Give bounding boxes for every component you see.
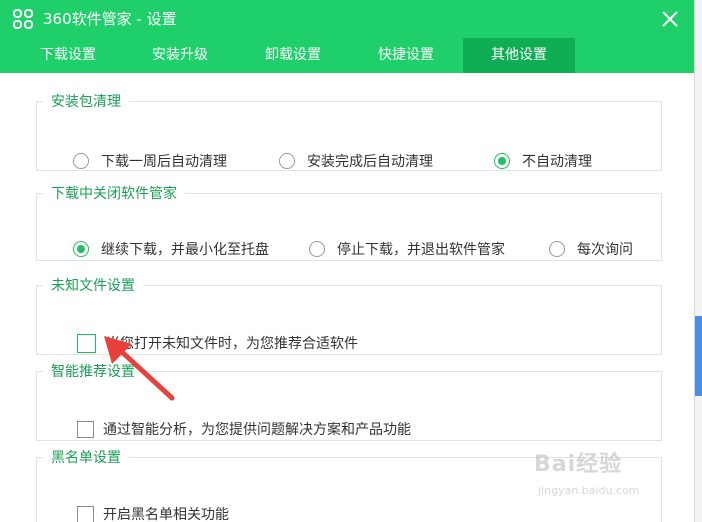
tab-other-settings[interactable]: 其他设置 xyxy=(463,38,575,73)
option-label: 当您打开未知文件时，为您推荐合适软件 xyxy=(106,336,358,352)
app-logo-icon xyxy=(13,9,33,29)
option-label: 安装完成后自动清理 xyxy=(307,154,433,170)
radio-button[interactable] xyxy=(549,241,565,257)
checkbox[interactable] xyxy=(77,505,94,522)
checkbox-smart-analysis[interactable]: 通过智能分析，为您提供问题解决方案和产品功能 xyxy=(77,419,411,439)
background-strip xyxy=(695,0,702,522)
group-close-during-download: 下载中关闭软件管家 继续下载，并最小化至托盘 停止下载，并退出软件管家 每次询问 xyxy=(36,183,662,261)
group-title: 安装包清理 xyxy=(51,94,121,110)
checkbox[interactable] xyxy=(77,333,96,353)
checkbox-recommend-software[interactable]: 当您打开未知文件时，为您推荐合适软件 xyxy=(77,333,358,353)
radio-button[interactable] xyxy=(309,241,325,257)
option-label: 停止下载，并退出软件管家 xyxy=(337,242,505,258)
close-icon[interactable] xyxy=(658,7,682,31)
radio-clean-after-week[interactable]: 下载一周后自动清理 xyxy=(73,151,227,171)
settings-content: 安装包清理 下载一周后自动清理 安装完成后自动清理 不自动清理 下载中关闭软件管… xyxy=(0,73,694,522)
title-bar: 360软件管家 - 设置 xyxy=(0,0,694,38)
tab-install-upgrade[interactable]: 安装升级 xyxy=(124,38,236,73)
group-smart-recommend: 智能推荐设置 通过智能分析，为您提供问题解决方案和产品功能 xyxy=(36,361,662,441)
radio-continue-minimize[interactable]: 继续下载，并最小化至托盘 xyxy=(73,239,269,259)
radio-button-checked[interactable] xyxy=(494,153,510,169)
group-title: 黑名单设置 xyxy=(51,450,121,466)
radio-ask-every-time[interactable]: 每次询问 xyxy=(549,239,633,259)
group-title: 智能推荐设置 xyxy=(51,364,135,380)
group-blacklist: 黑名单设置 开启黑名单相关功能 xyxy=(36,447,662,522)
option-label: 继续下载，并最小化至托盘 xyxy=(101,242,269,258)
window-title: 360软件管家 - 设置 xyxy=(43,10,177,28)
tab-download-settings[interactable]: 下载设置 xyxy=(12,38,124,73)
settings-window: 360软件管家 - 设置 下载设置 安装升级 卸载设置 快捷设置 其他设置 安装… xyxy=(0,0,695,522)
radio-stop-exit[interactable]: 停止下载，并退出软件管家 xyxy=(309,239,505,259)
option-label: 开启黑名单相关功能 xyxy=(103,507,229,522)
option-label: 不自动清理 xyxy=(522,154,592,170)
checkbox[interactable] xyxy=(77,420,94,438)
radio-clean-after-install[interactable]: 安装完成后自动清理 xyxy=(279,151,433,171)
group-package-cleanup: 安装包清理 下载一周后自动清理 安装完成后自动清理 不自动清理 xyxy=(36,91,662,171)
radio-button[interactable] xyxy=(73,153,89,169)
group-title: 下载中关闭软件管家 xyxy=(51,186,177,202)
radio-button-checked[interactable] xyxy=(73,241,89,257)
radio-no-auto-clean[interactable]: 不自动清理 xyxy=(494,151,592,171)
group-unknown-file: 未知文件设置 当您打开未知文件时，为您推荐合适软件 xyxy=(36,275,662,355)
group-title: 未知文件设置 xyxy=(51,278,135,294)
background-blue-bar xyxy=(695,316,702,396)
option-label: 通过智能分析，为您提供问题解决方案和产品功能 xyxy=(103,422,411,438)
option-label: 下载一周后自动清理 xyxy=(101,154,227,170)
tab-bar: 下载设置 安装升级 卸载设置 快捷设置 其他设置 xyxy=(0,38,694,73)
option-label: 每次询问 xyxy=(577,242,633,258)
checkbox-blacklist[interactable]: 开启黑名单相关功能 xyxy=(77,504,229,522)
tab-shortcut-settings[interactable]: 快捷设置 xyxy=(350,38,462,73)
tab-uninstall-settings[interactable]: 卸载设置 xyxy=(237,38,349,73)
radio-button[interactable] xyxy=(279,153,295,169)
